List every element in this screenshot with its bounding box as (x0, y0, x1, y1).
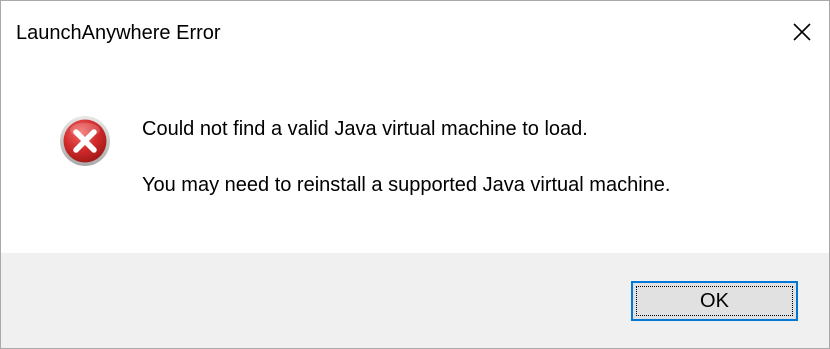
close-button[interactable] (775, 9, 829, 55)
button-bar: OK (1, 253, 829, 348)
close-icon (793, 23, 811, 41)
error-icon (60, 116, 110, 166)
title-bar[interactable]: LaunchAnywhere Error (1, 1, 829, 65)
window-title: LaunchAnywhere Error (16, 22, 221, 44)
error-message-line-1: Could not find a valid Java virtual mach… (142, 118, 588, 140)
error-message-line-2: You may need to reinstall a supported Ja… (142, 174, 671, 196)
ok-button-label: OK (636, 286, 793, 316)
error-dialog: LaunchAnywhere Error Could not find a va… (0, 0, 830, 349)
message-area: Could not find a valid Java virtual mach… (1, 65, 829, 253)
ok-button[interactable]: OK (631, 281, 798, 321)
